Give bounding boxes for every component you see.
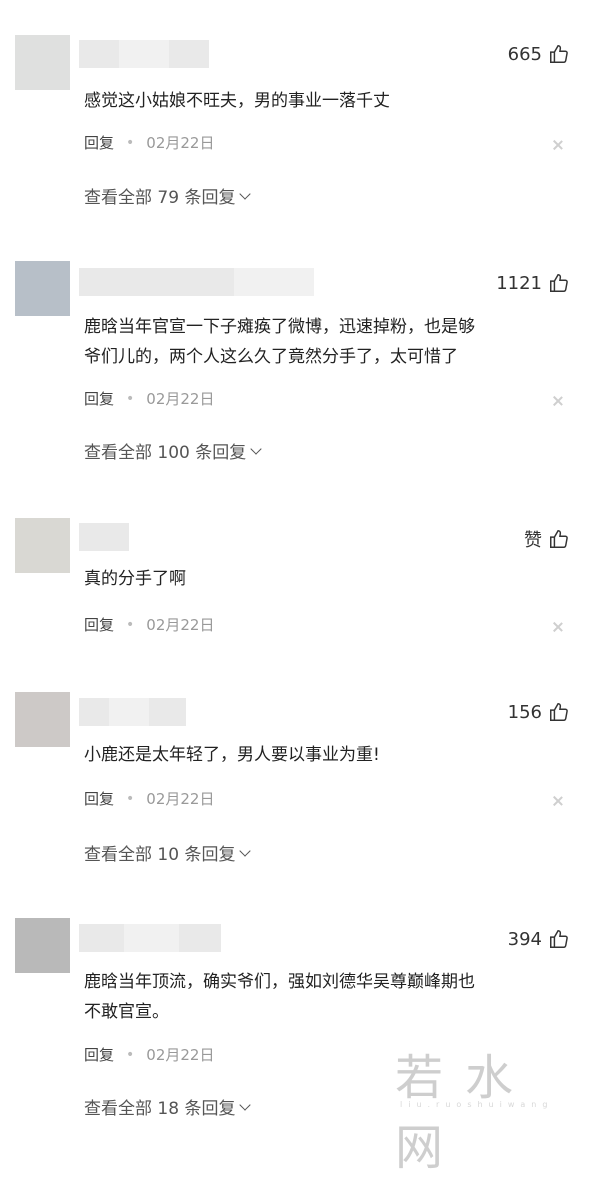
- comment-date: 02月22日: [146, 390, 215, 408]
- like-button[interactable]: 赞: [524, 526, 570, 552]
- reply-button[interactable]: 回复: [84, 388, 114, 409]
- avatar[interactable]: [15, 518, 70, 573]
- username-redacted[interactable]: [79, 268, 314, 296]
- reply-button[interactable]: 回复: [84, 788, 114, 809]
- comment-text: 鹿晗当年顶流，确实爷们，强如刘德华吴尊巅峰期也 不敢官宣。: [84, 972, 475, 1022]
- like-count: 665: [507, 43, 542, 65]
- like-label: 赞: [524, 530, 542, 551]
- like-button[interactable]: 156: [508, 701, 570, 723]
- avatar[interactable]: [15, 261, 70, 316]
- comment-date: 02月22日: [146, 790, 215, 808]
- close-icon[interactable]: [552, 139, 564, 151]
- avatar[interactable]: [15, 35, 70, 90]
- thumbs-up-icon: [550, 45, 568, 63]
- like-count: 156: [507, 701, 542, 723]
- view-all-replies[interactable]: 查看全部 18 条回复: [84, 1094, 252, 1119]
- view-all-replies[interactable]: 查看全部 79 条回复: [84, 183, 252, 208]
- username-redacted[interactable]: [79, 698, 186, 726]
- thumbs-up-icon: [550, 703, 568, 721]
- view-all-replies[interactable]: 查看全部 10 条回复: [84, 840, 252, 865]
- chevron-down-icon: [250, 442, 262, 455]
- thumbs-up-icon: [550, 274, 568, 292]
- comment-item: 156 小鹿还是太年轻了，男人要以事业为重! 回复 • 02月22日 查看全部 …: [0, 685, 600, 910]
- comment-date: 02月22日: [146, 1046, 215, 1064]
- close-icon[interactable]: [552, 395, 564, 407]
- chevron-down-icon: [239, 1098, 252, 1111]
- view-all-replies[interactable]: 查看全部 100 条回复: [84, 438, 262, 463]
- comment-date: 02月22日: [146, 616, 215, 634]
- chevron-down-icon: [239, 187, 252, 200]
- comment-date: 02月22日: [146, 134, 215, 152]
- separator-dot: •: [126, 1046, 135, 1063]
- comment-meta: 回复 • 02月22日: [84, 614, 214, 635]
- separator-dot: •: [126, 390, 135, 407]
- close-icon[interactable]: [552, 795, 564, 807]
- comment-item: 1121 鹿晗当年官宣一下子瘫痪了微博，迅速掉粉，也是够 爷们儿的，两个人这么久…: [0, 240, 600, 510]
- reply-button[interactable]: 回复: [84, 132, 114, 153]
- separator-dot: •: [126, 134, 135, 151]
- comment-meta: 回复 • 02月22日: [84, 388, 214, 409]
- like-button[interactable]: 665: [508, 43, 570, 65]
- username-redacted[interactable]: [79, 523, 129, 551]
- username-redacted[interactable]: [79, 40, 209, 68]
- comment-meta: 回复 • 02月22日: [84, 788, 214, 809]
- like-button[interactable]: 1121: [496, 272, 570, 294]
- thumbs-up-icon: [550, 530, 568, 548]
- comment-meta: 回复 • 02月22日: [84, 1044, 214, 1065]
- avatar[interactable]: [15, 918, 70, 973]
- comment-text: 鹿晗当年官宣一下子瘫痪了微博，迅速掉粉，也是够 爷们儿的，两个人这么久了竟然分手…: [84, 317, 475, 367]
- separator-dot: •: [126, 790, 135, 807]
- chevron-down-icon: [239, 844, 252, 857]
- thumbs-up-icon: [550, 930, 568, 948]
- username-redacted[interactable]: [79, 924, 221, 952]
- reply-button[interactable]: 回复: [84, 614, 114, 635]
- watermark-subtext: liu.ruoshuiwang: [400, 1100, 554, 1109]
- avatar[interactable]: [15, 692, 70, 747]
- comment-text: 小鹿还是太年轻了，男人要以事业为重!: [84, 745, 380, 765]
- close-icon[interactable]: [552, 621, 564, 633]
- like-button[interactable]: 394: [508, 928, 570, 950]
- comment-text: 真的分手了啊: [84, 569, 186, 589]
- separator-dot: •: [126, 616, 135, 633]
- like-count: 1121: [496, 272, 542, 294]
- comment-item: 赞 真的分手了啊 回复 • 02月22日: [0, 510, 600, 685]
- comment-meta: 回复 • 02月22日: [84, 132, 214, 153]
- reply-button[interactable]: 回复: [84, 1044, 114, 1065]
- like-count: 394: [507, 928, 542, 950]
- comment-text: 感觉这小姑娘不旺夫，男的事业一落千丈: [84, 91, 390, 111]
- comment-item: 665 感觉这小姑娘不旺夫，男的事业一落千丈 回复 • 02月22日 查看全部 …: [0, 0, 600, 240]
